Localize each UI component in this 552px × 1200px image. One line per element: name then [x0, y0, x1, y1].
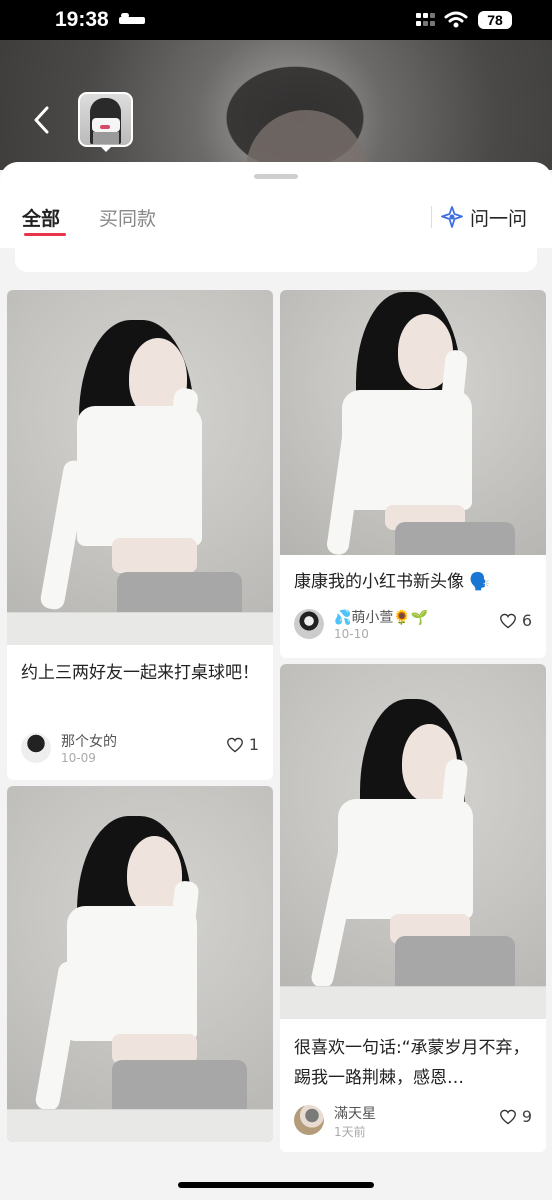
sparkle-icon — [441, 205, 463, 228]
sheet-header: 全部 买同款 问一问 — [0, 162, 552, 248]
thumbnail-pointer — [100, 146, 112, 152]
post-date: 10-10 — [334, 627, 369, 641]
like-button[interactable]: 9 — [499, 1107, 532, 1126]
post-meta: 💦萌小萱🌻🌱 10-10 6 — [294, 609, 532, 643]
heart-icon — [499, 1109, 516, 1124]
like-count: 1 — [248, 735, 259, 754]
status-right: 78 — [416, 11, 512, 29]
post-photo — [280, 290, 546, 555]
post-title: 很喜欢一句话:“承蒙岁月不弃，踢我一路荆棘，感恩… — [294, 1038, 530, 1088]
battery-indicator: 78 — [478, 11, 512, 29]
chevron-left-icon — [34, 106, 49, 134]
tab-all[interactable]: 全部 — [22, 204, 60, 231]
ask-button[interactable]: 问一问 — [440, 204, 527, 231]
ask-label: 问一问 — [470, 208, 528, 230]
like-count: 9 — [521, 1107, 532, 1126]
heart-icon — [499, 613, 516, 628]
post-photo — [7, 786, 273, 1142]
post-author[interactable]: 滿天星 — [334, 1103, 376, 1123]
avatar[interactable] — [21, 733, 51, 763]
avatar[interactable] — [294, 1105, 324, 1135]
like-button[interactable]: 6 — [499, 611, 532, 630]
status-bar: 19:38 78 — [0, 0, 552, 40]
product-thumbnail[interactable] — [78, 92, 133, 147]
post-photo — [7, 290, 273, 645]
filter-card — [15, 248, 537, 272]
home-indicator[interactable] — [178, 1182, 374, 1188]
post-card[interactable]: 康康我的小红书新头像 🗣️ 💦萌小萱🌻🌱 10-10 6 — [280, 290, 546, 658]
status-time: 19:38 — [55, 8, 109, 31]
post-author[interactable]: 💦萌小萱🌻🌱 — [334, 607, 428, 627]
back-button[interactable] — [25, 100, 57, 140]
signal-icon — [416, 13, 435, 27]
post-card[interactable] — [7, 786, 273, 1142]
wifi-icon — [444, 11, 468, 28]
sheet-grabber[interactable] — [254, 174, 298, 179]
post-card[interactable]: 约上三两好友一起来打桌球吧！ 那个女的 10-09 1 — [7, 290, 273, 780]
sleep-mode-icon — [118, 13, 145, 27]
avatar[interactable] — [294, 609, 324, 639]
like-button[interactable]: 1 — [226, 735, 259, 754]
status-time-group: 19:38 — [55, 8, 145, 32]
like-count: 6 — [521, 611, 532, 630]
tab-active-underline — [24, 233, 66, 236]
post-date: 10-09 — [61, 751, 96, 765]
post-title: 约上三两好友一起来打桌球吧！ — [21, 663, 259, 683]
post-photo — [280, 664, 546, 1019]
post-title: 康康我的小红书新头像 🗣️ — [294, 572, 491, 592]
post-author[interactable]: 那个女的 — [61, 731, 117, 751]
post-meta: 滿天星 1天前 9 — [294, 1105, 532, 1139]
post-date: 1天前 — [334, 1125, 366, 1139]
heart-icon — [226, 737, 243, 752]
post-card[interactable]: 很喜欢一句话:“承蒙岁月不弃，踢我一路荆棘，感恩… 滿天星 1天前 9 — [280, 664, 546, 1152]
tab-divider — [431, 206, 432, 228]
post-meta: 那个女的 10-09 1 — [21, 733, 259, 767]
tab-same-style[interactable]: 买同款 — [99, 204, 156, 231]
